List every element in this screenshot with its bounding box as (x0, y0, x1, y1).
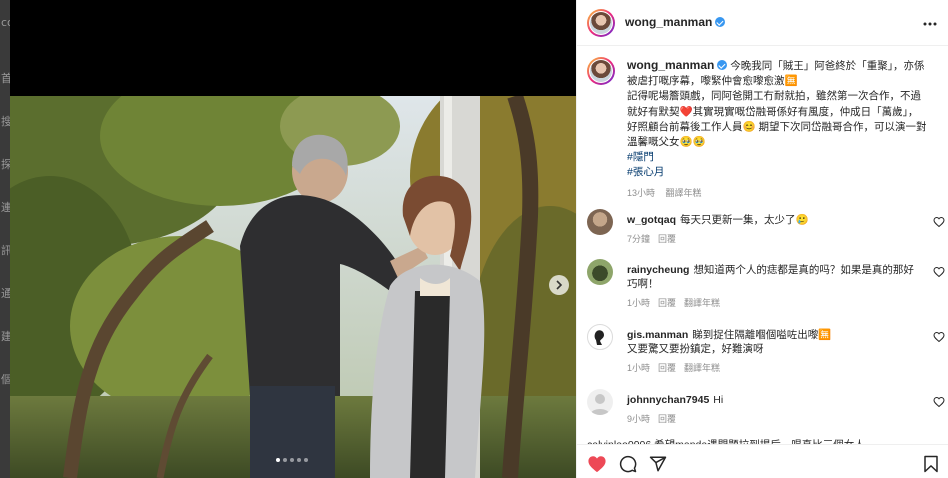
commenter-avatar[interactable] (587, 259, 613, 285)
see-translation-button[interactable]: 翻譯年糕 (684, 298, 720, 308)
heart-icon[interactable] (933, 216, 945, 228)
commenter-username[interactable]: gis.manman (627, 329, 688, 341)
post-actions-bar (577, 444, 948, 478)
commenter-username[interactable]: johnnychan7945 (627, 394, 709, 406)
caption-meta: 13小時 翻譯年糕 (627, 186, 937, 201)
comment-text: 想知道两个人的痣都是真的吗？如果是真的那好 (693, 264, 914, 276)
carousel-dot (304, 458, 308, 462)
carousel-dot (290, 458, 294, 462)
comment-time: 9小時 (627, 414, 651, 424)
commenter-avatar[interactable] (587, 324, 613, 350)
carousel-dot (283, 458, 287, 462)
caption-line: 好照顧台前幕後工作人員😊 期望下次同岱融哥合作，可以演一對 (627, 120, 927, 133)
see-translation-button[interactable]: 翻譯年糕 (666, 188, 702, 198)
carousel-dot (297, 458, 301, 462)
chevron-right-icon (556, 280, 563, 290)
share-icon[interactable] (649, 455, 667, 473)
verified-icon (717, 60, 728, 70)
caption-line: 就好有默契❤️其實現實嘅岱融哥係好有風度，仲成日「萬歲」， (627, 105, 919, 118)
heart-icon[interactable] (933, 331, 945, 343)
caption-time: 13小時 (627, 187, 656, 198)
caption-line: 今晚我同「賊王」阿爸終於「重聚」，亦係 (730, 60, 925, 72)
reply-button[interactable]: 回覆 (658, 234, 676, 244)
reply-button[interactable]: 回覆 (658, 363, 676, 373)
heart-icon[interactable] (933, 396, 945, 408)
hashtag-link[interactable]: #隱門 (627, 150, 937, 165)
comment-text: 巧啊！ (627, 278, 659, 290)
commenter-username[interactable]: rainycheung (627, 264, 689, 276)
commenter-username[interactable]: w_gotqaq (627, 214, 676, 226)
commenter-avatar[interactable] (587, 209, 613, 235)
caption-line: 記得呢場簷頭戲，同阿爸開工冇耐就拍，雖然第一次合作，不過 (627, 90, 921, 103)
caption-username[interactable]: wong_manman (627, 58, 728, 72)
next-media-button[interactable] (549, 275, 569, 295)
hashtag-link[interactable]: #張心月 (627, 165, 937, 180)
comment-text: 每天只更新一集，太少了🥲 (680, 214, 809, 226)
post-header: wong_manman (577, 0, 948, 46)
comment-text: 又要驚又要扮鎮定，好難演呀 (627, 343, 764, 355)
post-media[interactable] (10, 0, 576, 478)
bookmark-icon[interactable] (923, 455, 939, 473)
comment-text: 睇到捉住隔離嗰個嗌咗出嚟🈚 (692, 329, 832, 341)
verified-icon (715, 17, 726, 27)
comments-scroll-area[interactable]: wong_manman 今晚我同「賊王」阿爸終於「重聚」，亦係 被虐打嘅序幕，嚟… (577, 47, 948, 442)
commenter-avatar[interactable] (587, 389, 613, 415)
caption-line: 溫馨嘅父女🥹🥹 (627, 136, 706, 149)
carousel-dot (276, 458, 280, 462)
comment-time: 1小時 (627, 298, 651, 308)
heart-icon[interactable] (587, 455, 607, 473)
comment-text: Hi (713, 394, 724, 406)
author-avatar[interactable] (587, 57, 615, 85)
comment-icon[interactable] (619, 455, 637, 473)
background-page: co 首 搜 探 連 訊 通 建 個 (0, 0, 14, 478)
heart-icon[interactable] (933, 266, 945, 278)
instagram-post-modal: co 首 搜 探 連 訊 通 建 個 wong_manman wong_manm… (0, 0, 948, 478)
comment-time: 7分鐘 (627, 234, 651, 244)
carousel-indicator (276, 458, 308, 462)
more-icon (923, 22, 937, 26)
partial-comment: calvinleo0906 希望manda遇問題拉到揭后，唱真比三個女人 (587, 437, 937, 444)
more-options-button[interactable] (923, 13, 937, 29)
post-photo (10, 96, 576, 478)
see-translation-button[interactable]: 翻譯年糕 (684, 363, 720, 373)
reply-button[interactable]: 回覆 (658, 298, 676, 308)
comment-time: 1小時 (627, 363, 651, 373)
author-username[interactable]: wong_manman (625, 15, 726, 29)
reply-button[interactable]: 回覆 (658, 414, 676, 424)
caption-line: 被虐打嘅序幕，嚟緊仲會愈嚟愈激🈚 (627, 75, 798, 88)
post-side-panel: wong_manman wong_manman 今晚我同「賊王」阿爸終於「重聚」… (576, 0, 948, 478)
author-avatar[interactable] (587, 9, 615, 37)
